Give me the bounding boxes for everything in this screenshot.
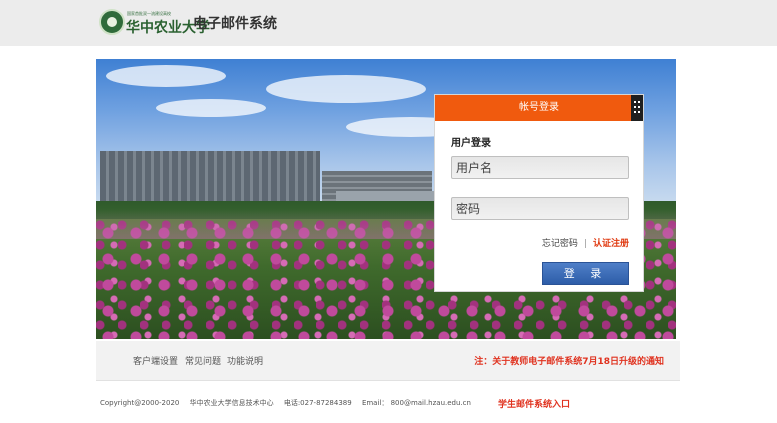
- login-section-label: 用户登录: [451, 138, 491, 149]
- qr-dot: [638, 101, 640, 103]
- features-link[interactable]: 功能说明: [227, 354, 263, 367]
- email-text: Email： 800@mail.hzau.edu.cn: [361, 399, 471, 407]
- seal-center: [107, 17, 117, 27]
- login-button[interactable]: 登 录: [542, 262, 629, 285]
- university-subtitle: 国家首批双一流建设高校: [127, 11, 171, 16]
- cloud: [266, 75, 426, 103]
- qr-dot: [634, 111, 636, 113]
- verify-register-link[interactable]: 认证注册: [593, 239, 629, 249]
- student-mail-link[interactable]: 学生邮件系统入口: [498, 397, 570, 410]
- phone-text: 电话:027-87284389: [283, 399, 352, 407]
- qr-code-icon[interactable]: [631, 95, 643, 121]
- username-input[interactable]: [451, 156, 629, 179]
- copyright-bar: Copyright@2000-2020 华中农业大学信息技术中心 电话:027-…: [100, 398, 479, 408]
- cloud: [156, 99, 266, 117]
- qr-dot: [638, 111, 640, 113]
- footer-nav: 客户端设置 常见问题 功能说明 注：关于教师电子邮件系统7月18日升级的通知: [96, 341, 680, 381]
- copyright-text: Copyright@2000-2020: [100, 399, 180, 407]
- forgot-password-link[interactable]: 忘记密码: [542, 239, 578, 249]
- upgrade-notice-link[interactable]: 注：关于教师电子邮件系统7月18日升级的通知: [474, 354, 664, 367]
- login-links: 忘记密码 | 认证注册: [435, 236, 629, 249]
- university-seal-icon: [99, 9, 125, 35]
- qr-dot: [638, 106, 640, 108]
- faq-link[interactable]: 常见问题: [185, 354, 221, 367]
- tab-account-login[interactable]: 帐号登录: [435, 95, 643, 121]
- cloud: [106, 65, 226, 87]
- qr-dot: [634, 101, 636, 103]
- qr-dot: [634, 106, 636, 108]
- password-input[interactable]: [451, 197, 629, 220]
- top-header: 国家首批双一流建设高校 华中农业大学 电子邮件系统: [0, 0, 777, 46]
- login-panel: 帐号登录 用户登录 忘记密码 | 认证注册 登 录: [434, 94, 644, 292]
- page-title: 电子邮件系统: [193, 16, 277, 32]
- client-settings-link[interactable]: 客户端设置: [133, 354, 178, 367]
- link-separator: |: [583, 239, 587, 249]
- it-center-text: 华中农业大学信息技术中心: [189, 399, 274, 407]
